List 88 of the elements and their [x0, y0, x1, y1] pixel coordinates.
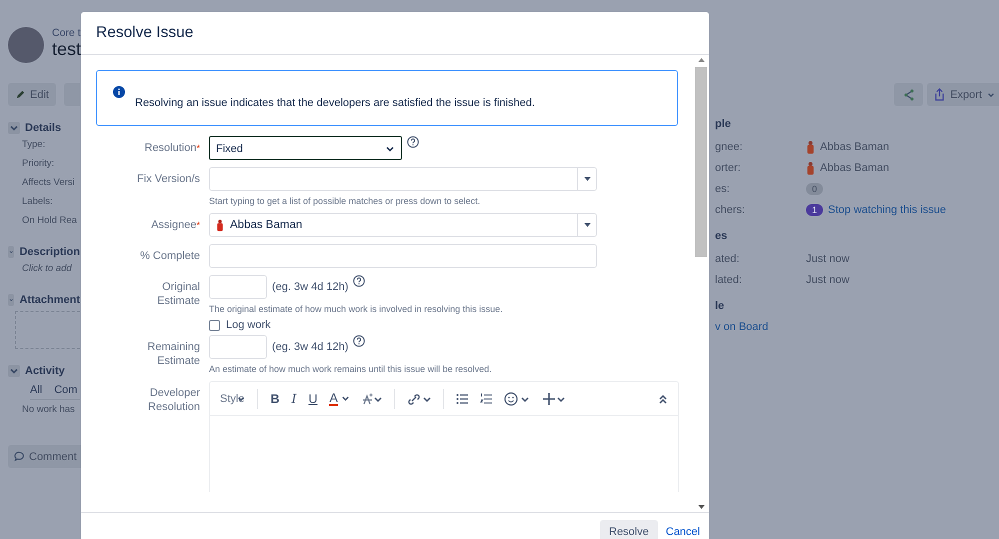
help-icon[interactable]	[407, 136, 419, 148]
info-icon	[113, 86, 125, 98]
field-label: gnee:	[715, 141, 744, 153]
share-button[interactable]	[894, 83, 924, 106]
emoji-icon[interactable]	[504, 392, 530, 406]
date-value: Just now	[806, 253, 850, 265]
percent-complete-field[interactable]	[209, 244, 597, 268]
activity-tab[interactable]: All	[30, 384, 42, 396]
caret-icon	[987, 90, 995, 98]
section-title: ple	[715, 118, 732, 132]
plus-icon[interactable]	[542, 392, 566, 406]
section-title: Details	[25, 122, 62, 134]
section-title: Attachment	[19, 294, 80, 306]
vote-count: 0	[806, 183, 824, 195]
field-hint: The original estimate of how much work is involved in resolving this issue.	[209, 304, 504, 314]
breadcrumb-link[interactable]: Core t	[52, 27, 82, 39]
assignee-picker[interactable]: Abbas Baman	[209, 213, 597, 237]
help-icon[interactable]	[353, 275, 366, 287]
estimate-field[interactable]	[209, 335, 267, 359]
activity-message: No work has	[22, 404, 75, 417]
field-label: Assignee*	[151, 218, 200, 232]
format-example: (eg. 3w 4d 12h)	[272, 341, 348, 353]
field-label: Original Estimate	[156, 280, 200, 308]
checkbox-label[interactable]: Log work	[226, 319, 271, 331]
field-label: Fix Version/s	[137, 172, 200, 186]
style-menu[interactable]: Style	[220, 392, 246, 404]
user-avatar-icon	[806, 140, 815, 154]
format-button[interactable]: U	[308, 392, 318, 406]
section-title: Activity	[25, 364, 65, 376]
watcher-count: 1	[806, 204, 824, 216]
rich-text-editor[interactable]: Style B I U A	[209, 381, 679, 492]
help-icon[interactable]	[353, 335, 366, 347]
field-label: On Hold Rea	[22, 215, 77, 228]
section-title: le	[715, 300, 726, 314]
edit-button[interactable]: Edit	[8, 83, 56, 106]
user-name[interactable]: Abbas Baman	[820, 162, 890, 174]
field-label: Developer Resolution	[147, 386, 200, 414]
field-label: lated:	[715, 274, 743, 286]
field-label: Remaining Estimate	[146, 340, 200, 368]
info-message: Resolving an issue indicates that the developers are satisfied the issue is finished.	[135, 97, 535, 109]
numbered-list-icon[interactable]	[480, 392, 492, 404]
bullet-list-icon[interactable]	[456, 392, 468, 404]
field-label: es:	[715, 183, 731, 195]
activity-tab[interactable]: Com	[54, 384, 78, 396]
user-avatar-icon	[216, 218, 224, 232]
board-link[interactable]: v on Board	[715, 321, 999, 333]
scroll-down-arrow-icon[interactable]	[698, 505, 704, 509]
project-avatar	[8, 27, 44, 63]
resolve-button[interactable]: Resolve	[600, 520, 658, 539]
stop-watching-link[interactable]: Stop watching this issue	[828, 204, 946, 216]
scroll-up-arrow-icon[interactable]	[698, 58, 704, 62]
field-label: orter:	[715, 162, 742, 174]
field-hint: An estimate of how much work remains until this issue will be resolved.	[209, 364, 493, 374]
caret-icon	[584, 177, 590, 181]
estimate-field[interactable]	[209, 275, 267, 299]
field-label: Resolution*	[144, 141, 200, 155]
export-button[interactable]: Export	[927, 83, 999, 106]
field-label: Type:	[22, 139, 46, 152]
speech-bubble-icon	[14, 451, 25, 462]
collapse-icon[interactable]	[658, 392, 668, 404]
resolution-select[interactable]: Fixed	[209, 136, 402, 160]
cancel-link[interactable]: Cancel	[666, 526, 700, 538]
description-placeholder[interactable]: Click to add	[22, 263, 72, 278]
section-title: Description	[19, 246, 80, 258]
section-title: es	[715, 230, 728, 244]
field-label: ated:	[715, 253, 740, 265]
link-icon[interactable]	[406, 392, 431, 404]
pencil-icon	[15, 89, 26, 100]
field-hint: Start typing to get a list of possible matches or press down to select.	[209, 196, 482, 206]
format-example: (eg. 3w 4d 12h)	[272, 281, 348, 293]
field-label: Priority:	[22, 158, 54, 171]
user-avatar-icon	[806, 160, 815, 176]
issue-title: test	[52, 39, 82, 59]
dialog-title: Resolve Issue	[96, 24, 194, 42]
log-work-checkbox[interactable]	[209, 320, 220, 330]
format-button[interactable]: B	[270, 392, 280, 406]
format-button[interactable]: A	[329, 392, 338, 406]
field-label: chers:	[715, 204, 746, 216]
field-label: Affects Versi	[22, 177, 75, 190]
upload-icon	[934, 88, 946, 101]
field-label: Labels:	[22, 196, 53, 209]
user-name[interactable]: Abbas Baman	[820, 141, 890, 153]
format-button[interactable]: I	[292, 391, 296, 406]
text-effects-icon[interactable]	[362, 392, 382, 404]
date-value: Just now	[806, 274, 850, 286]
caret-icon	[584, 223, 590, 227]
share-icon	[902, 88, 915, 100]
field-label: % Complete	[140, 249, 200, 263]
